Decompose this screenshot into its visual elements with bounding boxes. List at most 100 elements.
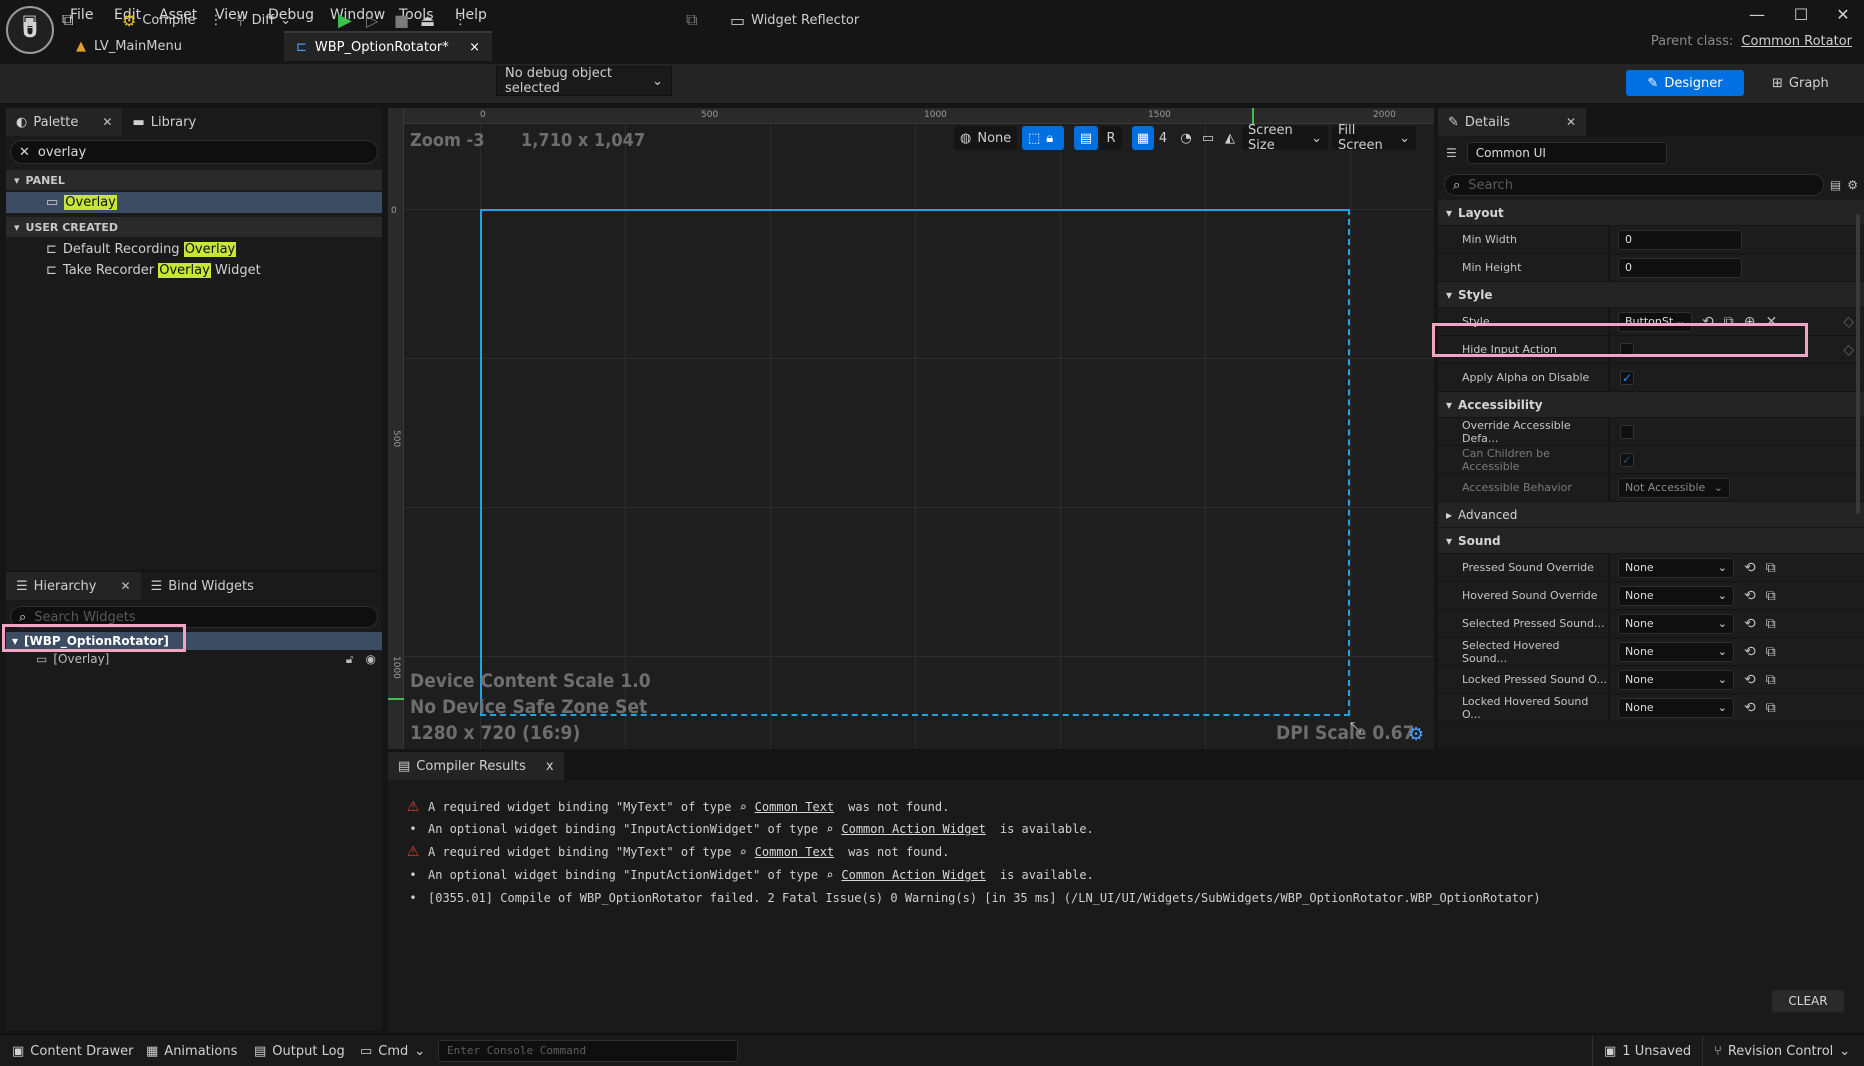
graph-button[interactable]: ⊞ Graph xyxy=(1772,70,1829,96)
use-selected-icon[interactable]: ⟲ xyxy=(1744,672,1756,688)
palette-search-input[interactable]: ✕ overlay xyxy=(10,140,378,164)
browse-icon[interactable]: ⧉ xyxy=(1766,644,1776,660)
details-scrollbar[interactable] xyxy=(1856,214,1860,514)
flip-button[interactable]: ◭ xyxy=(1220,126,1240,150)
message-link[interactable]: Common Action Widget xyxy=(841,822,986,836)
play-options-button[interactable]: ⋮ xyxy=(448,6,473,34)
min-width-input[interactable]: 0 xyxy=(1618,229,1742,250)
settings-gear-icon[interactable]: ⚙ xyxy=(1847,178,1858,192)
parent-class-link[interactable]: Common Rotator xyxy=(1741,34,1852,49)
details-category-advanced[interactable]: ▸ Advanced xyxy=(1438,502,1864,528)
close-window-button[interactable]: ✕ xyxy=(1826,4,1860,26)
sound-dropdown[interactable]: None ⌄ xyxy=(1618,641,1734,662)
use-selected-icon[interactable]: ⟲ xyxy=(1744,560,1756,576)
tab-wbp-optionrotator[interactable]: ⊏ WBP_OptionRotator* × xyxy=(284,31,492,61)
designer-viewport[interactable]: 0 500 1000 1500 2000 0 500 1000 ⤡ Zoom -… xyxy=(388,108,1434,749)
grid-snap-size[interactable]: 4 xyxy=(1154,126,1172,150)
browse-icon[interactable]: ⧉ xyxy=(1766,560,1776,576)
browse-icon[interactable]: ⧉ xyxy=(1766,672,1776,688)
use-selected-icon[interactable]: ⟲ xyxy=(1744,700,1756,716)
object-name-field[interactable]: Common UI xyxy=(1466,142,1667,164)
output-log-button[interactable]: ▤ Output Log xyxy=(254,1035,345,1066)
details-category-sound[interactable]: ▾ Sound xyxy=(1438,528,1864,554)
compile-button[interactable]: ⚙ Compile ⋮ xyxy=(116,6,229,34)
tab-details[interactable]: ✎ Details ✕ xyxy=(1438,108,1587,136)
apply-alpha-checkbox[interactable]: ✓ xyxy=(1620,370,1634,385)
revision-control-button[interactable]: ⑂ Revision Control ⌄ xyxy=(1714,1035,1850,1066)
designer-button[interactable]: ✎ Designer xyxy=(1626,70,1744,96)
details-category-accessibility[interactable]: ▾ Accessibility xyxy=(1438,392,1864,418)
property-matrix-icon[interactable]: ▤ xyxy=(1830,178,1841,192)
details-category-layout[interactable]: ▾ Layout xyxy=(1438,200,1864,226)
close-icon[interactable]: x xyxy=(546,759,554,774)
palette-category-user-created[interactable]: ▾ USER CREATED xyxy=(6,217,382,237)
details-search-input[interactable]: ⌕ Search xyxy=(1444,174,1824,196)
list-item[interactable]: ⊏ Take Recorder Overlay Widget xyxy=(6,260,382,281)
details-category-style[interactable]: ▾ Style xyxy=(1438,282,1864,308)
debug-filter-button[interactable]: ⧉ xyxy=(680,6,703,34)
use-selected-icon[interactable]: ⟲ xyxy=(1744,616,1756,632)
message-link[interactable]: Common Action Widget xyxy=(841,868,986,882)
eject-button[interactable]: ⏏ xyxy=(414,6,441,34)
unsaved-button[interactable]: ▣ 1 Unsaved xyxy=(1604,1035,1691,1066)
animations-button[interactable]: ▦ Animations xyxy=(146,1035,237,1066)
debug-object-dropdown[interactable]: No debug object selected ⌄ xyxy=(496,66,672,96)
diff-button[interactable]: ⑂ Diff ⌄ xyxy=(230,6,297,34)
localization-preview-button[interactable]: ◍ None xyxy=(954,126,1018,150)
render-transform-toggle[interactable]: R xyxy=(1100,126,1122,150)
clear-button[interactable]: CLEAR xyxy=(1772,990,1844,1012)
step-button[interactable]: ▷ xyxy=(360,6,384,34)
compile-options-icon[interactable]: ⋮ xyxy=(210,13,223,28)
palette-category-panel[interactable]: ▾ PANEL xyxy=(6,170,382,190)
layout-transform-toggle[interactable]: ▤ xyxy=(1074,126,1098,150)
lock-icon[interactable]: 🔓︎ xyxy=(346,652,354,667)
tab-close-icon[interactable]: × xyxy=(469,40,480,55)
tab-compiler-results[interactable]: ▤ Compiler Results x xyxy=(388,752,564,780)
keyframe-diamond-icon[interactable]: ◇ xyxy=(1843,314,1854,330)
tab-hierarchy[interactable]: ☰ Hierarchy ✕ xyxy=(6,572,141,600)
browse-icon[interactable]: ⧉ xyxy=(1766,588,1776,604)
stop-button[interactable]: ■ xyxy=(388,6,415,34)
list-item[interactable]: ▭ Overlay xyxy=(6,192,382,213)
tab-library[interactable]: ▬ Library xyxy=(122,108,206,136)
close-icon[interactable]: ✕ xyxy=(121,579,131,593)
browse-icon[interactable]: ⧉ xyxy=(1766,700,1776,716)
browse-icon[interactable]: ⧉ xyxy=(1766,616,1776,632)
respect-locks-toggle[interactable]: ⬚ 🔒︎ xyxy=(1022,126,1064,150)
tab-bind-widgets[interactable]: ☰ Bind Widgets xyxy=(141,572,264,600)
widget-canvas-bounds[interactable] xyxy=(480,209,1350,716)
sound-dropdown[interactable]: None ⌄ xyxy=(1618,697,1734,718)
console-command-input[interactable]: Enter Console Command xyxy=(438,1040,738,1062)
dpi-settings-gear-icon[interactable]: ⚙ xyxy=(1408,724,1424,745)
eye-icon[interactable]: ◉ xyxy=(366,652,376,666)
min-height-input[interactable]: 0 xyxy=(1618,257,1742,278)
fill-screen-dropdown[interactable]: Fill Screen ⌄ xyxy=(1332,123,1416,153)
cmd-dropdown[interactable]: ▭ Cmd ⌄ xyxy=(360,1035,425,1066)
tab-palette[interactable]: ◐ Palette ✕ xyxy=(6,108,123,136)
save-button[interactable]: ▣ xyxy=(16,6,43,34)
tab-lv-mainmenu[interactable]: ▲ LV_MainMenu xyxy=(64,31,194,61)
message-link[interactable]: Common Text xyxy=(755,800,834,814)
close-icon[interactable]: ✕ xyxy=(102,115,112,129)
maximize-button[interactable]: ☐ xyxy=(1784,4,1818,26)
sound-dropdown[interactable]: None ⌄ xyxy=(1618,585,1734,606)
use-selected-icon[interactable]: ⟲ xyxy=(1744,588,1756,604)
override-accessible-checkbox[interactable] xyxy=(1620,424,1634,439)
list-item[interactable]: ⊏ Default Recording Overlay xyxy=(6,239,382,260)
hierarchy-overlay-row[interactable]: ▭ [Overlay] 🔓︎ ◉ xyxy=(6,650,382,668)
content-drawer-button[interactable]: ▣ Content Drawer xyxy=(12,1035,133,1066)
browse-button[interactable]: ⧉ xyxy=(56,6,79,34)
sound-dropdown[interactable]: None ⌄ xyxy=(1618,613,1734,634)
grid-snap-toggle[interactable]: ▦ xyxy=(1132,126,1154,150)
pointer-tool-button[interactable]: ◔ xyxy=(1176,126,1196,150)
clear-search-icon[interactable]: ✕ xyxy=(19,145,30,160)
widget-reflector-button[interactable]: ▭ Widget Reflector xyxy=(724,6,865,34)
close-icon[interactable]: ✕ xyxy=(1566,115,1576,129)
background-image-button[interactable]: ▭ xyxy=(1198,126,1218,150)
message-link[interactable]: Common Text xyxy=(755,845,834,859)
screen-size-dropdown[interactable]: Screen Size ⌄ xyxy=(1242,123,1328,153)
keyframe-diamond-icon[interactable]: ◇ xyxy=(1843,342,1854,358)
play-button[interactable]: ▶ xyxy=(332,6,358,34)
sound-dropdown[interactable]: None ⌄ xyxy=(1618,669,1734,690)
sound-dropdown[interactable]: None ⌄ xyxy=(1618,557,1734,578)
